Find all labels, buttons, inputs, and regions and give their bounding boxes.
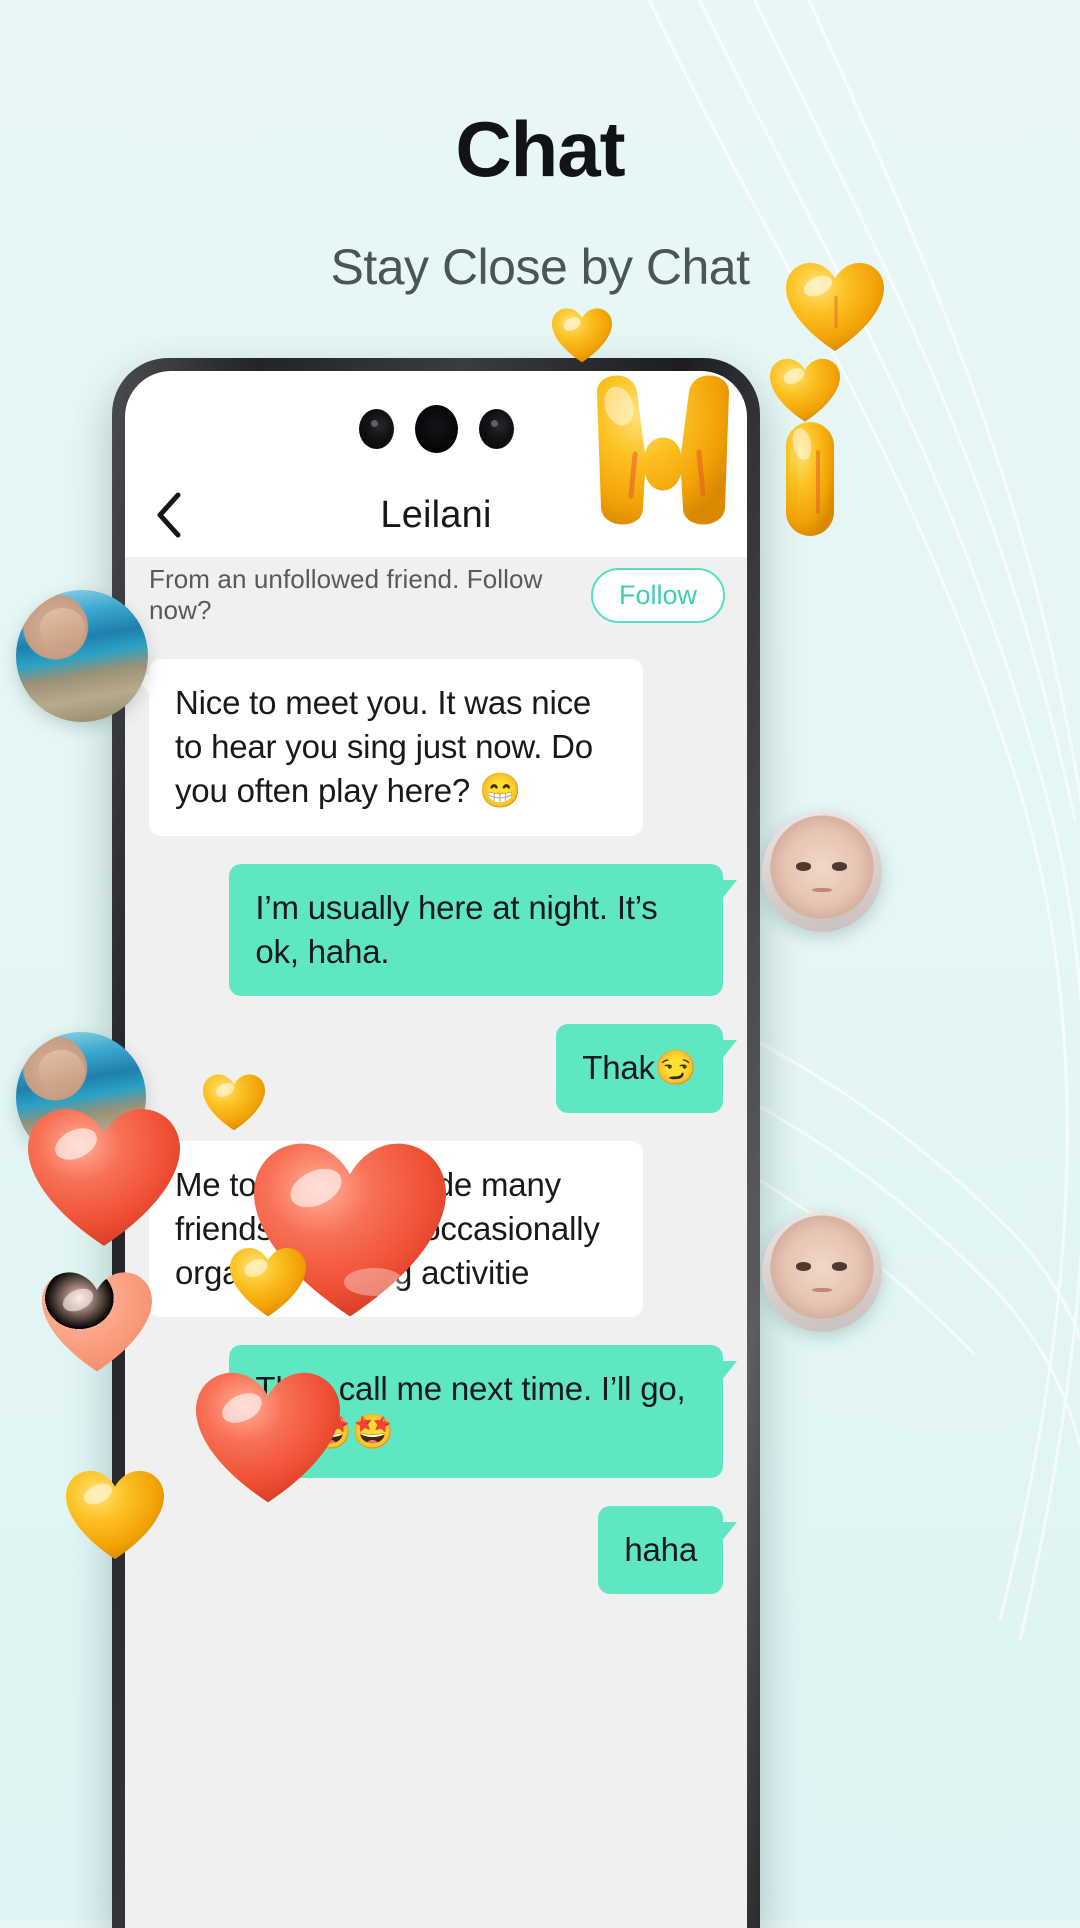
avatar-beach-lower [16, 1032, 146, 1162]
camera-lens-center-icon [414, 405, 458, 453]
message-row: I’m usually here at night. It’s ok, haha… [149, 863, 737, 996]
avatar-mouth [812, 1287, 832, 1293]
page-subtitle: Stay Close by Chat [330, 239, 750, 295]
avatar-eye-right [831, 862, 848, 871]
follow-button[interactable]: Follow [590, 567, 725, 623]
avatar-portrait-upper [762, 812, 882, 932]
message-text: I’m usually here at night. It’s ok, haha… [255, 888, 658, 970]
avatar-eye-left [795, 862, 812, 871]
phone-screen: Leilani From an unfollowed friend. Follo… [125, 371, 747, 1928]
incoming-message-bubble[interactable]: Me too. I have made many friends here. W… [135, 1140, 643, 1317]
avatar-mouth [812, 887, 832, 893]
incoming-message-bubble[interactable]: Nice to meet you. It was nice to hear yo… [135, 659, 643, 836]
avatar-eye-left [795, 1262, 812, 1271]
outgoing-message-bubble[interactable]: Thak😏 [556, 1023, 737, 1113]
message-text: Thak [582, 1048, 655, 1086]
message-list[interactable]: Nice to meet you. It was nice to hear yo… [125, 633, 747, 1928]
camera-dots [125, 405, 747, 453]
message-row: Thak😏 [149, 1023, 737, 1113]
hero-heading-group: Chat Stay Close by Chat [0, 110, 1080, 292]
message-emoji: 😁 [479, 771, 522, 810]
chat-navbar: Leilani [125, 473, 747, 557]
outgoing-message-bubble[interactable]: I’m usually here at night. It’s ok, haha… [229, 863, 737, 996]
message-text: Me too. I have made many friends here. W… [175, 1165, 600, 1291]
message-row: Nice to meet you. It was nice to hear yo… [135, 659, 723, 836]
outgoing-message-bubble[interactable]: haha [598, 1505, 737, 1594]
avatar-eye-right [831, 1262, 848, 1271]
message-row: haha [149, 1505, 737, 1594]
chat-contact-name: Leilani [380, 493, 492, 536]
message-emoji: 🤩🤩 [309, 1413, 394, 1452]
avatar-beach-upper [16, 590, 148, 722]
message-text: haha [624, 1530, 697, 1568]
camera-lens-right-icon [478, 409, 514, 449]
page-title: Chat [455, 105, 625, 193]
message-emoji: 😏 [654, 1048, 697, 1087]
outgoing-message-bubble[interactable]: Then call me next time. I’ll go, too.🤩🤩 [229, 1344, 737, 1478]
message-row: Me too. I have made many friends here. W… [135, 1140, 723, 1317]
phone-mockup: Leilani From an unfollowed friend. Follo… [112, 358, 760, 1928]
camera-lens-left-icon [358, 409, 394, 449]
message-row: Then call me next time. I’ll go, too.🤩🤩 [149, 1344, 737, 1478]
avatar-portrait-lower [762, 1212, 882, 1332]
message-text: Nice to meet you. It was nice to hear yo… [175, 684, 593, 809]
follow-banner-text: From an unfollowed friend. Follow now? [149, 564, 543, 625]
follow-banner: From an unfollowed friend. Follow now? F… [125, 557, 747, 633]
